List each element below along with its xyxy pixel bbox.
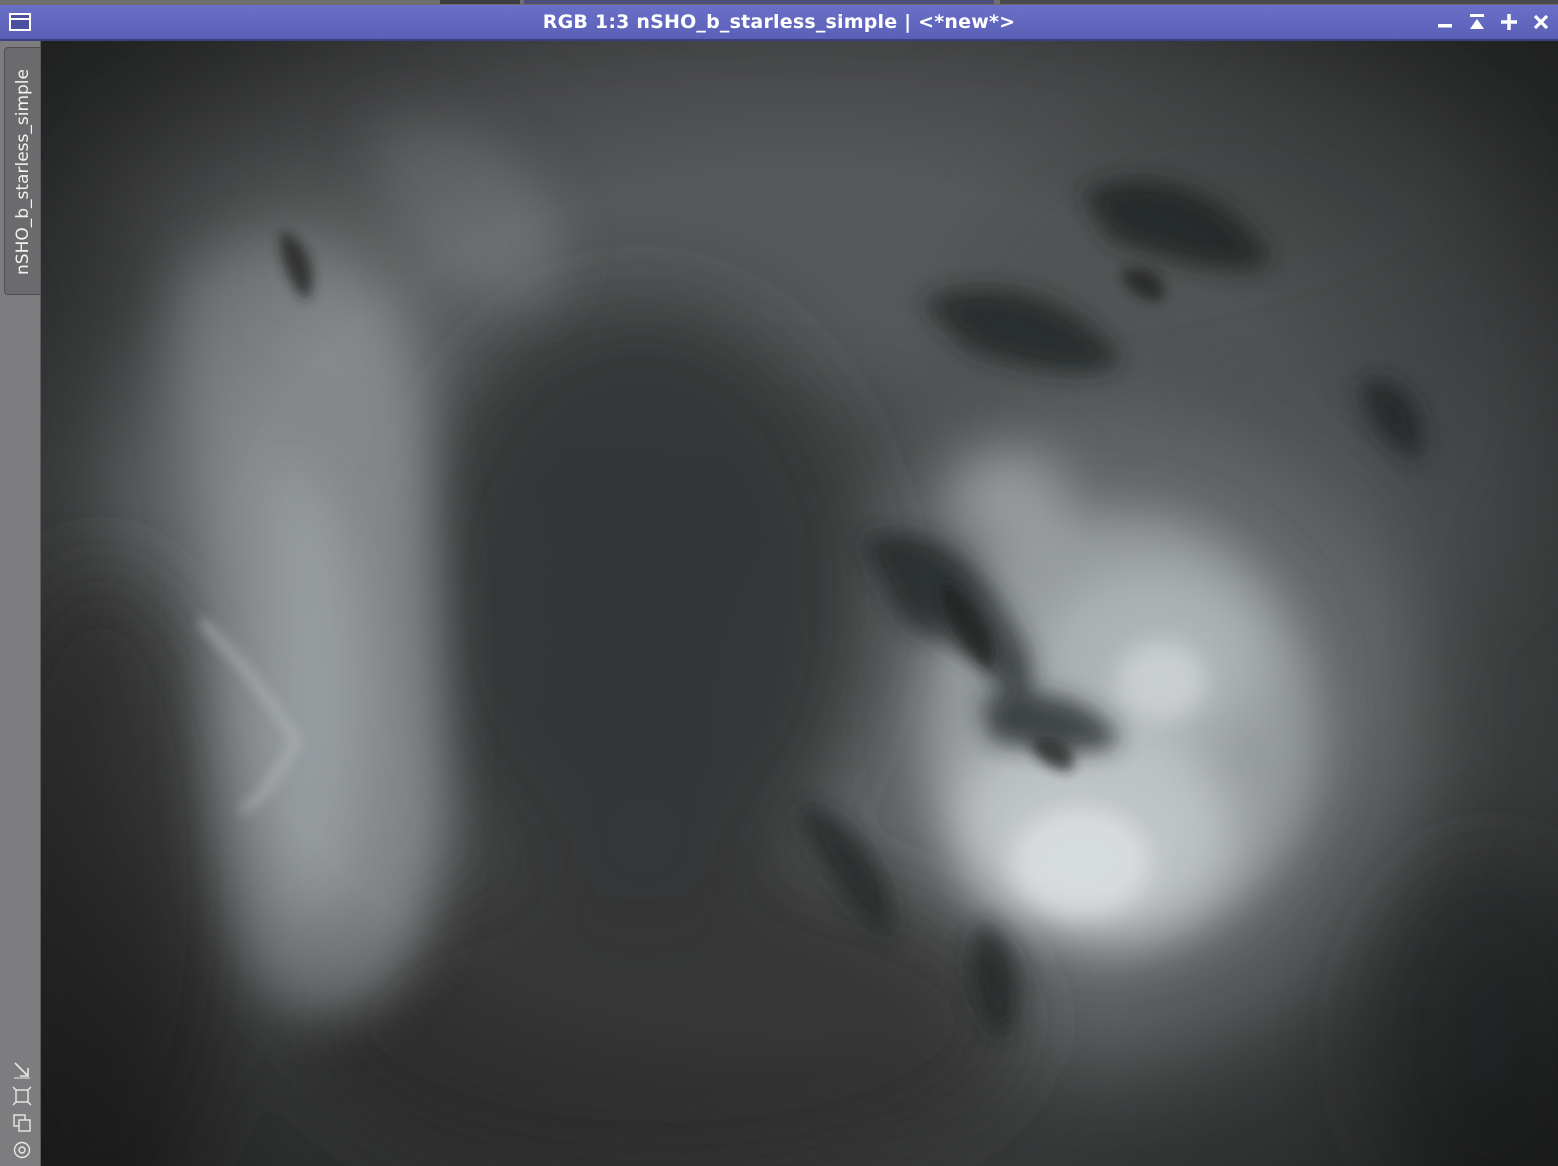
image-window: RGB 1:3 nSHO_b_starless_simple | <*new*> xyxy=(0,0,1558,1166)
view-identifier-tab[interactable]: nSHO_b_starless_simple xyxy=(4,47,40,295)
image-view[interactable] xyxy=(41,41,1558,1166)
maximize-icon xyxy=(1501,14,1517,30)
minimize-button[interactable] xyxy=(1432,9,1458,35)
minimize-icon xyxy=(1438,24,1452,28)
close-icon xyxy=(1533,14,1549,30)
shade-button[interactable] xyxy=(1464,9,1490,35)
view-sidebar: nSHO_b_starless_simple xyxy=(0,41,41,1166)
clone-view-button[interactable] xyxy=(11,1112,33,1134)
top-strip-segment xyxy=(524,0,994,4)
identifier-icon xyxy=(13,1141,31,1159)
shade-icon xyxy=(1470,14,1484,29)
stf-arrow-button[interactable] xyxy=(11,1059,33,1081)
stf-arrow-icon xyxy=(14,1062,30,1079)
top-strip-segment xyxy=(1000,0,1558,4)
top-strip-segment xyxy=(440,0,520,4)
fit-view-button[interactable] xyxy=(11,1085,33,1107)
nebula-image xyxy=(41,41,1558,1166)
clone-view-icon xyxy=(13,1114,31,1132)
window-title: RGB 1:3 nSHO_b_starless_simple | <*new*> xyxy=(542,11,1016,33)
title-bar[interactable]: RGB 1:3 nSHO_b_starless_simple | <*new*> xyxy=(0,5,1558,41)
identifier-button[interactable] xyxy=(11,1139,33,1161)
view-identifier-label: nSHO_b_starless_simple xyxy=(13,69,33,275)
close-button[interactable] xyxy=(1528,9,1554,35)
fit-view-icon xyxy=(12,1086,32,1106)
maximize-button[interactable] xyxy=(1496,9,1522,35)
